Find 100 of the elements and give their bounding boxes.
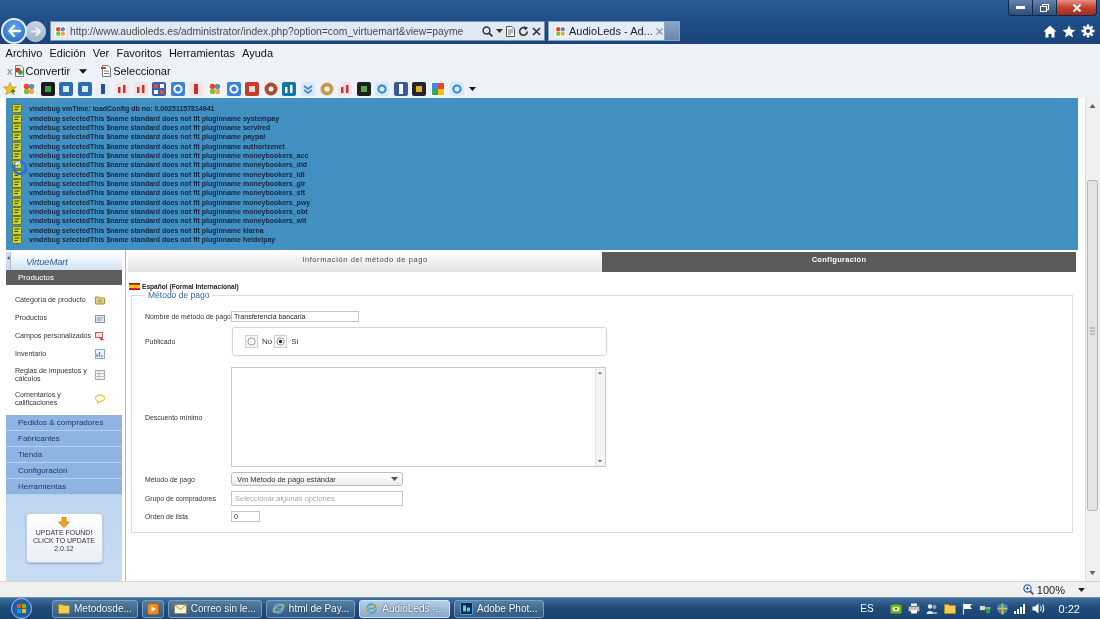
restore-button[interactable] [1033,0,1057,16]
favicon-tile-icon[interactable] [356,82,371,96]
caret-icon[interactable] [468,87,476,91]
favicon-tile-icon[interactable] [152,82,167,96]
collapse-handle[interactable] [6,252,11,270]
zoom-icon [1022,584,1034,595]
restore-icon [1040,3,1049,12]
clock[interactable]: 0:22 [1058,602,1080,615]
favicon-tile-icon[interactable] [263,82,278,96]
back-button[interactable] [1,18,27,44]
favicon-tile-icon[interactable] [393,82,408,96]
sidebar-section-header[interactable]: Herramientas [6,479,122,495]
menu-item[interactable]: Favoritos [112,47,166,59]
close-button[interactable]: x [6,65,14,77]
language-indicator[interactable]: ES [860,603,874,614]
favicon-tile-icon[interactable] [282,82,297,96]
favicon-tile-icon[interactable] [226,82,241,96]
toolbar-button[interactable]: Convertir [13,63,88,79]
menu-item[interactable]: Ayuda [238,47,277,59]
folder-icon[interactable] [943,603,956,614]
fieldset-legend: Método de pago [145,291,213,300]
radio-label: Si [291,337,299,346]
favicon-tile-icon[interactable] [40,82,55,96]
toolbar-button[interactable]: Seleccionar [101,63,171,79]
sidebar-section-header[interactable]: Tienda [6,447,122,463]
scrollbar[interactable] [595,368,605,466]
close-button[interactable] [1057,0,1097,16]
favicon-tile-icon[interactable] [114,82,129,96]
taskbar-button[interactable]: Metodosde... [52,599,138,618]
people-icon[interactable] [925,602,938,615]
favicon-tile-icon[interactable] [338,82,353,96]
favorites-star-icon[interactable] [3,82,17,96]
browser-tab[interactable]: AudioLeds - Ad... [548,21,665,41]
note-icon [12,188,22,198]
favicon-tile-icon[interactable] [207,82,222,96]
taskbar-button[interactable]: Correo sin le... [167,599,262,618]
radio-button[interactable] [274,335,288,348]
sidebar-section-header[interactable]: Fabricantes [6,431,122,447]
taskbar-button[interactable]: Adobe Phot... [453,599,544,618]
menu-item[interactable]: Herramientas [165,47,239,59]
favicon-tile-icon[interactable] [133,82,148,96]
search-icon[interactable] [482,25,493,37]
favicon-tile-icon[interactable] [59,82,74,96]
note-icon [12,113,22,123]
minimize-button[interactable] [1008,0,1033,16]
favicon-tile-icon[interactable] [22,82,36,96]
settings-icon[interactable] [1081,24,1095,38]
taskbar-button[interactable]: html de Pay... [265,599,356,618]
favicon-tile-icon[interactable] [77,82,92,96]
caret-icon [1078,587,1085,592]
start-button[interactable] [11,598,32,619]
sidebar-section-header[interactable]: Productos [6,270,122,285]
page-icon[interactable] [506,25,515,37]
eye-icon[interactable] [889,603,902,614]
radio-button[interactable] [245,335,258,348]
refresh-icon[interactable] [518,25,529,37]
favicon-tile-icon[interactable] [319,82,334,96]
ring-orbit-icon [271,602,285,615]
menu-item[interactable]: Ver [89,47,113,59]
textarea-field[interactable] [231,367,606,467]
speaker-icon[interactable] [1031,603,1045,614]
favicon-tile-icon[interactable] [170,82,185,96]
note-icon [12,235,22,245]
minimize-icon [1016,6,1025,9]
menu-item[interactable]: Archivo [2,47,46,59]
sidebar-section-header[interactable]: Configuración [6,463,122,479]
folder-icon [95,295,105,305]
page-scrollbar[interactable] [1085,98,1100,581]
address-field[interactable]: http://www.audioleds.es/administrator/index.php?option=com_virtuemart&view=payme [50,21,545,41]
menu-item[interactable]: Edición [45,47,90,59]
printer-icon[interactable] [907,603,920,614]
favicon-tile-icon[interactable] [245,82,260,96]
note-icon [12,160,22,170]
home-icon[interactable] [1043,24,1057,38]
tag-icon [95,331,105,341]
signal-bars-icon[interactable] [1013,603,1026,614]
favicon-tile-icon[interactable] [412,82,427,96]
note-icon [12,132,22,142]
favicon-tile-icon[interactable] [189,82,204,96]
stop-icon[interactable] [532,26,541,36]
arrow-right-icon [30,26,41,36]
folder-icon [58,603,70,614]
favicon-tile-icon[interactable] [431,82,446,96]
caret-icon[interactable] [496,29,503,33]
favicon-tile-icon[interactable] [375,82,390,96]
favicon-tile-icon[interactable] [300,82,315,96]
monitor-icon[interactable] [978,603,991,614]
note-icon [12,207,22,217]
zoom-button[interactable]: 100% [1022,583,1085,596]
note-icon [12,225,22,235]
sidebar-section-header[interactable]: Pedidos & compradores [6,415,122,431]
taskbar-button[interactable] [141,599,164,618]
note-icon [12,141,22,151]
caret-icon[interactable] [79,68,88,74]
favicon-tile-icon[interactable] [449,82,464,96]
star-icon[interactable] [1062,24,1076,38]
arrow-left-icon [7,25,21,37]
flag-icon[interactable] [961,602,973,615]
shield-icon[interactable] [996,602,1008,615]
forward-button[interactable] [25,20,46,42]
